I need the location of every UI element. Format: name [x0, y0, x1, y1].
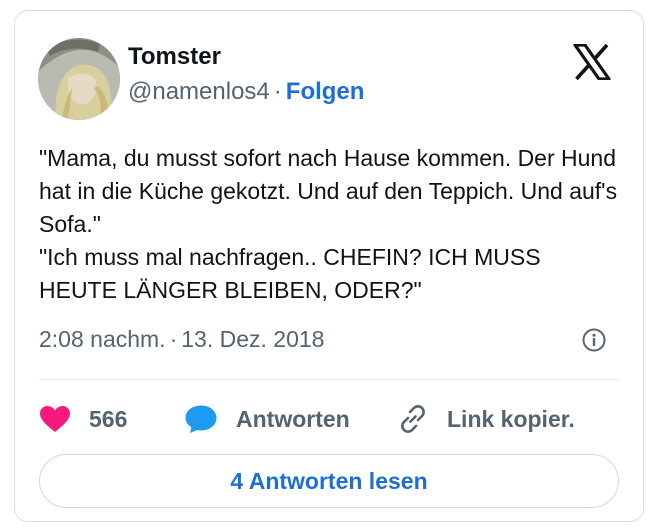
divider — [39, 379, 619, 380]
link-icon — [397, 403, 429, 435]
heart-icon — [39, 405, 71, 433]
reply-button[interactable]: Antworten — [184, 391, 350, 447]
avatar[interactable] — [38, 38, 120, 120]
handle-separator: · — [273, 78, 282, 105]
author-block: Tomster @namenlos4 · Folgen — [128, 42, 364, 107]
reply-label: Antworten — [236, 405, 350, 432]
follow-button[interactable]: Folgen — [286, 78, 365, 105]
info-icon[interactable] — [581, 327, 607, 353]
copy-link-label: Link kopier. — [447, 405, 575, 432]
handle-row: @namenlos4 · Folgen — [128, 77, 364, 107]
tweet-text-line: "Mama, du musst sofort nach Hause kommen… — [39, 145, 618, 237]
tweet-text: "Mama, du musst sofort nach Hause kommen… — [39, 142, 619, 307]
tweet-text-line: "Ich muss mal nachfragen.. CHEFIN? ICH M… — [39, 244, 541, 303]
avatar-image — [38, 38, 120, 120]
author-handle[interactable]: @namenlos4 — [128, 78, 270, 105]
timestamp-separator: · — [169, 326, 178, 352]
like-count: 566 — [89, 405, 128, 432]
copy-link-button[interactable]: Link kopier. — [397, 391, 575, 447]
tweet-time: 2:08 nachm. — [39, 326, 166, 352]
like-button[interactable]: 566 — [39, 391, 127, 447]
tweet-timestamp[interactable]: 2:08 nachm. · 13. Dez. 2018 — [39, 324, 324, 354]
speech-bubble-icon — [184, 404, 218, 434]
x-logo-icon[interactable] — [573, 44, 611, 80]
tweet-date: 13. Dez. 2018 — [181, 326, 325, 352]
tweet-card: Tomster @namenlos4 · Folgen "Mama, du muss… — [14, 10, 644, 522]
author-name[interactable]: Tomster — [128, 42, 364, 72]
action-bar: 566 Antworten Link kopier. — [39, 391, 619, 447]
read-replies-button[interactable]: 4 Antworten lesen — [39, 454, 619, 508]
